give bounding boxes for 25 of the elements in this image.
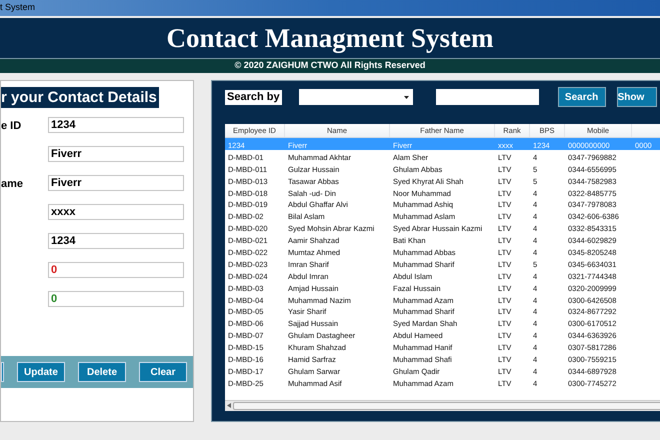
search-input-field[interactable] <box>436 89 539 105</box>
search-button[interactable]: Show <box>616 87 657 107</box>
search-label: Search by <box>225 90 282 104</box>
input-field[interactable]: 1234 <box>48 233 184 249</box>
input-field[interactable]: Fiverr <box>48 146 184 162</box>
input-field[interactable]: Fiverr <box>48 175 184 191</box>
horizontal-scrollbar[interactable] <box>225 400 660 411</box>
input-field[interactable]: 0 <box>48 262 184 278</box>
app-title: Contact Managment System <box>166 24 494 52</box>
dropdown-caret-icon <box>404 96 409 98</box>
scrollbar-thumb[interactable] <box>233 402 660 410</box>
partial-button[interactable] <box>1 362 4 382</box>
input-field[interactable]: 1234 <box>48 117 184 133</box>
input-field[interactable]: 0 <box>48 291 184 307</box>
form-button[interactable]: Update <box>17 362 65 382</box>
field-label: e ID <box>1 120 22 132</box>
scroll-left-icon[interactable] <box>227 403 231 408</box>
form-button[interactable]: Clear <box>139 362 187 382</box>
search-button[interactable]: Search <box>558 87 606 107</box>
copyright-text: © 2020 ZAIGHUM CTWO All Rights Reserved <box>234 59 426 72</box>
input-field[interactable]: xxxx <box>48 204 184 220</box>
field-label: ame <box>1 178 24 190</box>
form-button[interactable]: Delete <box>78 362 126 382</box>
window-title: t System <box>0 1 36 14</box>
form-heading: r your Contact Details <box>1 87 159 108</box>
